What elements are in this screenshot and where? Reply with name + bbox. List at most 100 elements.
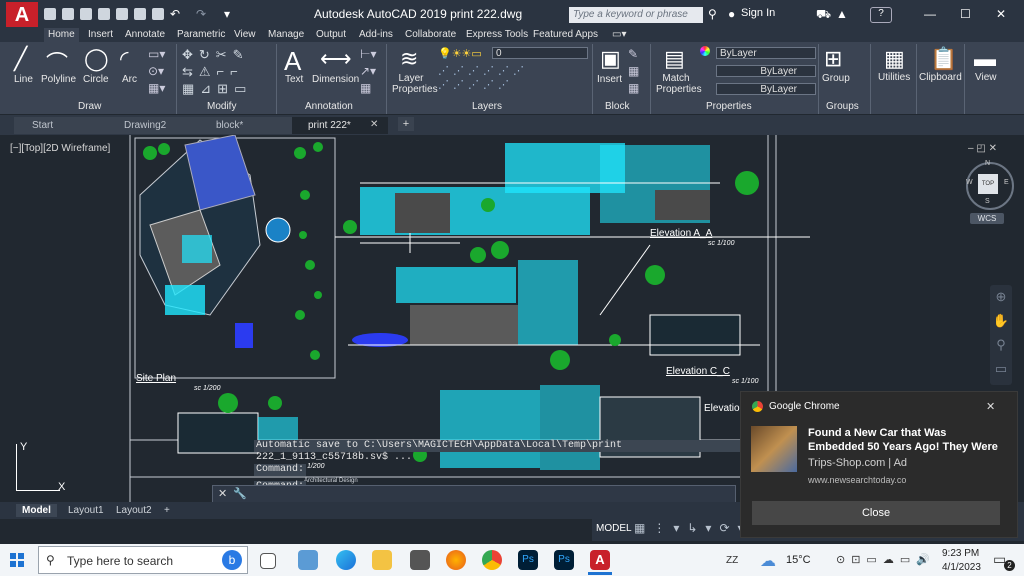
line-icon[interactable]: ╱	[14, 46, 27, 72]
account-icon[interactable]: ▲	[836, 7, 848, 21]
close-tab-icon[interactable]: ✕	[370, 119, 378, 130]
tab-express-tools[interactable]: Express Tools	[466, 28, 528, 42]
viewcube-east[interactable]: E	[1004, 179, 1009, 186]
view-icon[interactable]: ▬	[974, 46, 996, 72]
tab-view[interactable]: View	[234, 28, 256, 42]
clipboard-button[interactable]: Clipboard	[919, 72, 962, 83]
match-properties-button[interactable]: Match Properties	[656, 73, 702, 95]
ribbon-toggle-icon[interactable]: ▭▾	[612, 28, 626, 42]
task-view-icon[interactable]	[260, 553, 276, 569]
open-file-icon[interactable]	[62, 8, 74, 20]
clock-time[interactable]: 9:23 PM	[942, 548, 979, 559]
file-tab-block[interactable]: block*	[198, 117, 294, 134]
open-web-icon[interactable]	[116, 8, 128, 20]
plot-icon[interactable]	[134, 8, 146, 20]
model-space-toggle[interactable]: MODEL	[596, 523, 632, 534]
tab-parametric[interactable]: Parametric	[177, 28, 225, 42]
group-button[interactable]: Group	[822, 73, 850, 84]
viewcube-top[interactable]: TOP	[978, 174, 998, 194]
clock-date[interactable]: 4/1/2023	[942, 562, 981, 573]
language-indicator[interactable]: ZZ	[726, 555, 738, 566]
file-tab-drawing2[interactable]: Drawing2	[106, 117, 202, 134]
customize-quick-access-icon[interactable]: ▾	[224, 7, 230, 21]
arc-button[interactable]: Arc	[122, 74, 137, 85]
polyline-button[interactable]: Polyline	[41, 74, 76, 85]
windows-start-icon[interactable]	[10, 553, 24, 567]
notification-close-button[interactable]: Close	[752, 501, 1000, 525]
annotation-panel-label[interactable]: Annotation	[305, 101, 353, 112]
edge-icon[interactable]	[336, 550, 356, 570]
system-tray-icons[interactable]: ⊙⊡▭☁▭🔊	[836, 553, 936, 566]
layer-tools[interactable]: ⋰⋰⋰⋰⋰⋰ ⋰⋰⋰⋰⋰	[438, 64, 588, 98]
layers-panel-label[interactable]: Layers	[472, 101, 502, 112]
layer-properties-button[interactable]: Layer Properties	[392, 73, 438, 95]
insert-button[interactable]: Insert	[597, 74, 622, 85]
close-button[interactable]: ✕	[996, 7, 1006, 21]
cart-icon[interactable]: ⛟	[816, 7, 831, 23]
clipboard-icon[interactable]: 📋	[930, 46, 957, 72]
color-wheel-icon[interactable]	[700, 46, 710, 56]
layout-tab-model[interactable]: Model	[16, 504, 57, 517]
user-icon[interactable]: ●	[728, 7, 735, 21]
tab-annotate[interactable]: Annotate	[125, 28, 165, 42]
tab-addins[interactable]: Add-ins	[359, 28, 393, 42]
line-button[interactable]: Line	[14, 74, 33, 85]
tab-collaborate[interactable]: Collaborate	[405, 28, 456, 42]
add-layout-icon[interactable]: +	[158, 504, 176, 517]
redo-icon[interactable]: ↷	[196, 7, 206, 21]
search-input[interactable]: Type a keyword or phrase	[569, 7, 703, 23]
layer-properties-icon[interactable]: ≋	[400, 46, 418, 72]
utilities-icon[interactable]: ▦	[884, 46, 905, 72]
color-dropdown[interactable]: ByLayer	[716, 47, 816, 59]
layer-dropdown[interactable]: 0	[492, 47, 588, 59]
viewcube-north[interactable]: N	[985, 160, 990, 167]
block-small-tools[interactable]: ✎ ▦ ▦	[628, 46, 639, 97]
tab-featured-apps[interactable]: Featured Apps	[533, 28, 598, 42]
circle-button[interactable]: Circle	[83, 74, 109, 85]
dimension-button[interactable]: Dimension	[312, 74, 359, 85]
weather-icon[interactable]: ☁	[760, 551, 776, 571]
sign-in-button[interactable]: Sign In	[741, 7, 775, 19]
new-file-icon[interactable]	[44, 8, 56, 20]
firefox-icon[interactable]	[446, 550, 466, 570]
save-icon[interactable]	[80, 8, 92, 20]
lineweight-dropdown[interactable]: ByLayer	[716, 83, 816, 95]
block-panel-label[interactable]: Block	[605, 101, 629, 112]
layout-tab-layout2[interactable]: Layout2	[110, 504, 158, 517]
linetype-dropdown[interactable]: ByLayer	[716, 65, 816, 77]
tab-home[interactable]: Home	[44, 28, 79, 42]
save-as-icon[interactable]	[98, 8, 110, 20]
insert-icon[interactable]: ▣	[600, 46, 621, 72]
properties-panel-label[interactable]: Properties	[706, 101, 752, 112]
binoculars-icon[interactable]: ⚲	[708, 7, 717, 21]
maximize-button[interactable]: ☐	[960, 7, 971, 21]
command-line-tools[interactable]: ✕🔧	[218, 487, 253, 500]
widgets-icon[interactable]	[298, 550, 318, 570]
modify-tools[interactable]: ✥↻✂✎ ⇆⚠⌐⌐ ▦⊿⊞▭	[182, 46, 274, 98]
bing-icon[interactable]: b	[222, 550, 242, 570]
print-icon[interactable]	[152, 8, 164, 20]
taskbar-search-input[interactable]: Type here to search	[38, 546, 248, 574]
text-icon[interactable]: A	[284, 46, 301, 77]
viewcube-south[interactable]: S	[985, 198, 990, 205]
group-icon[interactable]: ⊞	[824, 46, 842, 72]
navigation-bar[interactable]: ⊕ ✋ ⚲ ▭	[990, 285, 1012, 385]
command-input[interactable]	[254, 487, 724, 500]
help-icon[interactable]: ?	[870, 7, 892, 23]
photoshop-icon[interactable]: Ps	[518, 550, 538, 570]
autocad-taskbar-icon[interactable]: A	[590, 550, 610, 570]
status-tools[interactable]: ▦⋮▾↳▾⟳▾	[634, 521, 752, 535]
layout-tab-layout1[interactable]: Layout1	[62, 504, 110, 517]
modify-panel-label[interactable]: Modify	[207, 101, 236, 112]
dimension-icon[interactable]: ⟷	[320, 46, 352, 72]
text-button[interactable]: Text	[285, 74, 303, 85]
wcs-menu[interactable]: WCS	[970, 213, 1004, 224]
new-tab-button[interactable]: +	[398, 117, 414, 131]
arc-icon[interactable]: ◜	[120, 46, 129, 72]
draw-small-tools[interactable]: ▭▾ ⊙▾ ▦▾	[148, 46, 172, 98]
tab-insert[interactable]: Insert	[88, 28, 113, 42]
application-menu-button[interactable]: A	[6, 2, 38, 28]
view-button[interactable]: View	[975, 72, 997, 83]
layer-state-icons[interactable]: 💡☀☀▭	[438, 47, 482, 60]
minimize-button[interactable]: —	[924, 7, 936, 21]
